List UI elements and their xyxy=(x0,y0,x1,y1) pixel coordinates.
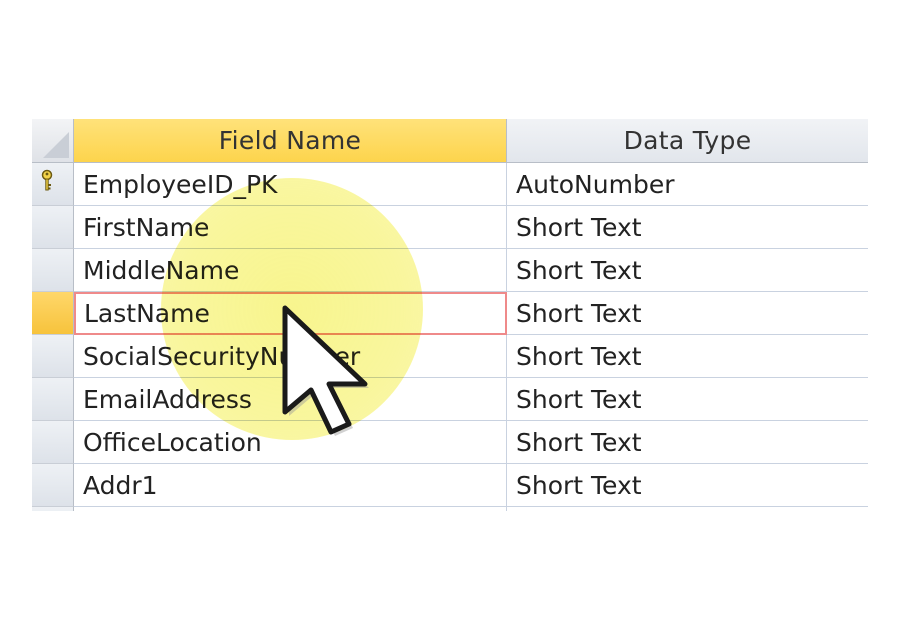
data-type-cell[interactable]: Short Text xyxy=(507,335,868,378)
row-selector[interactable] xyxy=(32,507,74,511)
table-row[interactable]: MiddleName Short Text xyxy=(74,249,868,292)
table-row-new[interactable] xyxy=(74,507,868,511)
data-type-cell[interactable]: Short Text xyxy=(507,378,868,421)
field-name-cell[interactable]: Addr1 xyxy=(74,464,507,507)
field-rows: EmployeeID_PK AutoNumber FirstName Short… xyxy=(74,163,868,511)
table-row[interactable]: OfficeLocation Short Text xyxy=(74,421,868,464)
table-row[interactable]: EmailAddress Short Text xyxy=(74,378,868,421)
data-type-cell[interactable]: Short Text xyxy=(507,464,868,507)
row-selector[interactable] xyxy=(32,163,74,206)
column-header-field-name[interactable]: Field Name xyxy=(74,119,507,163)
table-row[interactable]: FirstName Short Text xyxy=(74,206,868,249)
data-type-cell[interactable]: AutoNumber xyxy=(507,163,868,206)
primary-key-icon xyxy=(41,169,53,191)
table-row[interactable]: SocialSecurityNumber Short Text xyxy=(74,335,868,378)
column-header-data-type[interactable]: Data Type xyxy=(507,119,868,163)
table-row[interactable]: EmployeeID_PK AutoNumber xyxy=(74,163,868,206)
row-selector[interactable] xyxy=(32,464,74,507)
data-type-cell[interactable]: Short Text xyxy=(507,421,868,464)
row-selector[interactable] xyxy=(32,249,74,292)
row-selector-current[interactable] xyxy=(32,292,74,335)
row-selector[interactable] xyxy=(32,421,74,464)
table-row[interactable]: LastName Short Text xyxy=(74,292,868,335)
field-name-cell[interactable]: FirstName xyxy=(74,206,507,249)
field-name-cell[interactable]: MiddleName xyxy=(74,249,507,292)
field-name-cell-empty[interactable] xyxy=(74,507,507,511)
row-selector-column xyxy=(32,163,74,511)
table-design-grid: Field Name Data Type EmployeeID_PK AutoN… xyxy=(32,119,868,511)
row-selector[interactable] xyxy=(32,378,74,421)
field-name-cell[interactable]: SocialSecurityNumber xyxy=(74,335,507,378)
field-name-cell-active[interactable]: LastName xyxy=(74,292,507,335)
field-name-cell[interactable]: OfficeLocation xyxy=(74,421,507,464)
data-type-cell[interactable]: Short Text xyxy=(507,206,868,249)
row-selector[interactable] xyxy=(32,206,74,249)
select-all-corner[interactable] xyxy=(32,119,74,163)
data-type-cell-empty[interactable] xyxy=(507,507,868,511)
table-row[interactable]: Addr1 Short Text xyxy=(74,464,868,507)
data-type-cell[interactable]: Short Text xyxy=(507,292,868,335)
field-name-cell[interactable]: EmailAddress xyxy=(74,378,507,421)
row-selector[interactable] xyxy=(32,335,74,378)
data-type-cell[interactable]: Short Text xyxy=(507,249,868,292)
field-name-cell[interactable]: EmployeeID_PK xyxy=(74,163,507,206)
